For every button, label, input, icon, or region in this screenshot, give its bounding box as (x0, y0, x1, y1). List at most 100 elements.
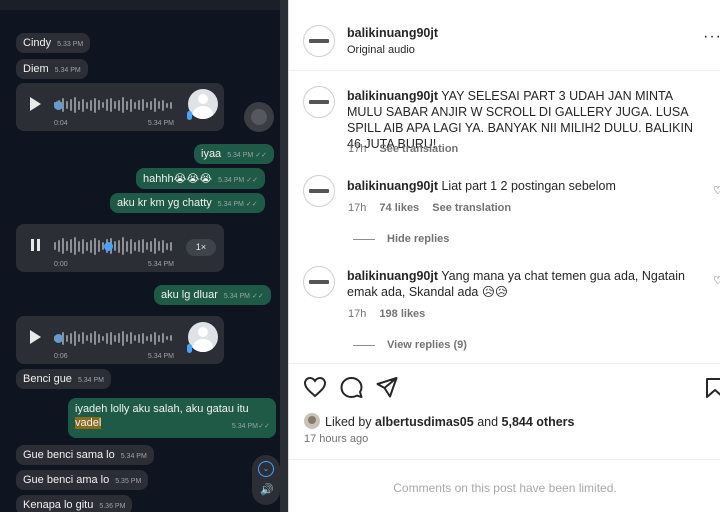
reply-line (353, 238, 375, 240)
message-text: Gue benci sama lo (23, 449, 115, 461)
voice-elapsed: 0:00 (54, 261, 68, 268)
message-text: Benci gue (23, 373, 72, 385)
hide-replies-button[interactable]: Hide replies (353, 233, 449, 245)
see-translation-link[interactable]: See translation (379, 143, 458, 155)
comment-age: 17h (348, 202, 367, 214)
liked-by-prefix: Liked by (325, 415, 372, 429)
read-check-icon: ✓✓ (258, 423, 270, 430)
comment-username[interactable]: balikinuang90jt (347, 269, 438, 283)
post-timestamp[interactable]: 17 hours ago (304, 433, 368, 445)
scroll-down-icon[interactable]: ⌄ (258, 461, 274, 477)
comment-like-heart-icon[interactable]: ♡ (713, 184, 720, 197)
message-time: 5.34 PM (231, 423, 258, 430)
caption-meta: 17h See translation (348, 143, 458, 155)
pause-icon[interactable] (30, 239, 41, 251)
view-replies-button[interactable]: View replies (9) (353, 339, 467, 351)
message-time: 5.34 PM (223, 293, 250, 300)
comment-bubble-icon[interactable] (340, 376, 363, 399)
comments-limited-notice: Comments on this post have been limited. (393, 481, 617, 495)
avatar (188, 322, 218, 352)
play-icon[interactable] (30, 97, 41, 111)
comment-meta: 17h 74 likes See translation (348, 202, 511, 214)
voice-message: 0:06 5.34 PM (16, 316, 224, 364)
read-check-icon: ✓✓ (246, 177, 258, 184)
chat-bubble-incoming: Benci gue 5.34 PM (16, 369, 112, 389)
audio-link[interactable]: Original audio (347, 44, 415, 56)
more-options-icon[interactable]: ··· (703, 28, 720, 46)
like-heart-icon[interactable] (303, 376, 327, 398)
voice-elapsed: 0:06 (54, 353, 68, 360)
message-text: Cindy (23, 37, 52, 49)
footer-divider (289, 459, 720, 460)
media-edge (280, 0, 288, 512)
message-time: 5.34 PM (217, 201, 244, 208)
see-translation-link[interactable]: See translation (432, 202, 511, 214)
avatar (188, 89, 218, 119)
caption-avatar[interactable] (303, 86, 335, 118)
chat-bubble-incoming: Gue benci sama lo 5.34 PM (16, 445, 154, 465)
replies-toggle-label: View replies (9) (387, 339, 467, 351)
message-time: 5.35 PM (115, 478, 142, 485)
chat-bubble-incoming: Cindy 5.33 PM (16, 33, 91, 53)
liked-by: Liked by albertusdimas05 and 5,844 other… (325, 414, 575, 430)
message-text: iyaa (201, 148, 222, 160)
author-username[interactable]: balikinuang90jt (347, 26, 438, 40)
screen: Cindy 5.33 PM Diem 5.34 PM 0:04 5.34 PM iy… (0, 0, 720, 512)
share-send-icon[interactable] (376, 376, 398, 398)
chat-bubble-incoming: Kenapa lo gitu 5.36 PM (16, 495, 133, 512)
liker-avatar[interactable] (304, 413, 320, 429)
volume-icon[interactable]: 🔊 (260, 483, 274, 496)
caption-age: 17h (348, 143, 367, 155)
message-time: 5.34 PM (147, 353, 174, 360)
message-time: 5.33 PM (57, 41, 84, 48)
header-divider (289, 70, 720, 71)
liked-by-user-link[interactable]: albertusdimas05 (375, 415, 474, 429)
comment-likes[interactable]: 198 likes (379, 308, 425, 320)
waveform (54, 237, 174, 255)
comment: balikinuang90jt Liat part 1 2 postingan … (347, 178, 697, 194)
media-controls: ⌄ 🔊 (252, 455, 280, 505)
highlighted-text: vadel (75, 417, 102, 429)
message-text: Kenapa lo gitu (23, 499, 94, 511)
comment-age: 17h (348, 308, 367, 320)
waveform (54, 329, 174, 347)
comment-username[interactable]: balikinuang90jt (347, 179, 438, 193)
message-time: 5.34 PM (147, 261, 174, 268)
message-time: 5.34 PM (227, 152, 254, 159)
post-side-panel: balikinuang90jt Original audio ··· balik… (288, 0, 720, 512)
playhead-dot[interactable] (104, 242, 113, 251)
message-time: 5.34 PM (54, 67, 81, 74)
replies-toggle-label: Hide replies (387, 233, 450, 245)
comment-text: Liat part 1 2 postingan sebelom (441, 179, 616, 193)
message-text: Diem (23, 63, 49, 75)
play-icon[interactable] (30, 330, 41, 344)
caption-username[interactable]: balikinuang90jt (347, 89, 438, 103)
chat-bubble-outgoing: hahhh😭😭😭 5.34 PM ✓✓ (136, 168, 265, 189)
message-text: hahhh😭😭😭 (143, 173, 213, 185)
chat-bubble-outgoing: iyaa 5.34 PM ✓✓ (194, 144, 274, 164)
post-media-chat-screenshot[interactable]: Cindy 5.33 PM Diem 5.34 PM 0:04 5.34 PM iy… (0, 0, 288, 512)
message-text: Gue benci ama lo (23, 474, 110, 486)
chat-bubble-outgoing: iyadeh lolly aku salah, aku gatau itu va… (68, 398, 276, 438)
liked-by-others-link[interactable]: 5,844 others (502, 415, 575, 429)
message-time: 5.34 PM (218, 177, 245, 184)
comment-avatar[interactable] (303, 266, 335, 298)
floating-button[interactable] (244, 102, 274, 132)
message-time: 5.34 PM (120, 453, 147, 460)
voice-message: 0:04 5.34 PM (16, 83, 224, 131)
actions-divider (289, 363, 720, 364)
message-text: iyadeh lolly aku salah, aku gatau itu (75, 403, 249, 415)
liked-by-and: and (477, 415, 499, 429)
comment-avatar[interactable] (303, 175, 335, 207)
voice-elapsed: 0:04 (54, 120, 68, 127)
comment-likes[interactable]: 74 likes (379, 202, 419, 214)
message-text: aku kr km yg chatty (117, 197, 212, 209)
message-time: 5.36 PM (99, 503, 126, 510)
comment-meta: 17h 198 likes (348, 308, 425, 320)
message-time: 5.34 PM (147, 120, 174, 127)
save-bookmark-icon[interactable] (705, 377, 720, 399)
playback-speed-button[interactable]: 1× (186, 239, 216, 256)
comment-like-heart-icon[interactable]: ♡ (713, 274, 720, 287)
author-avatar[interactable] (303, 25, 335, 57)
comment: balikinuang90jt Yang mana ya chat temen … (347, 268, 697, 300)
